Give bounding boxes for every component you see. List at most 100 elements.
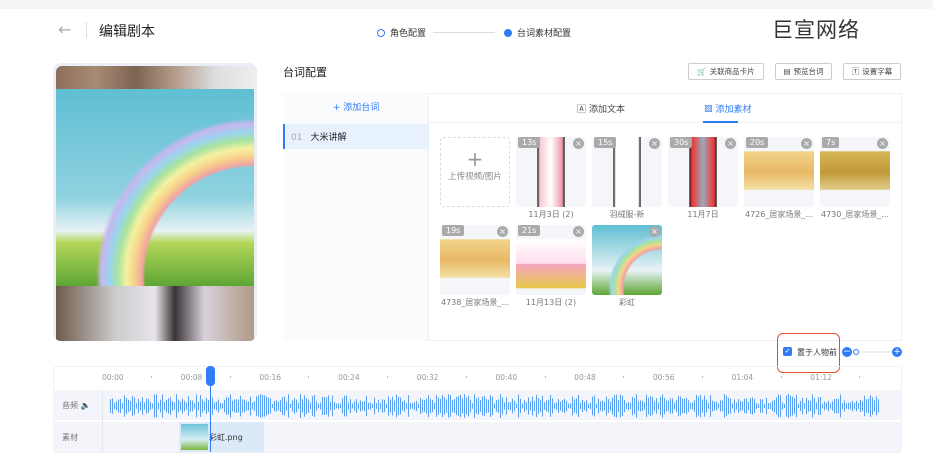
material-tile[interactable]: 30s × (668, 137, 738, 207)
waveform-bar (736, 402, 737, 410)
waveform-bar (616, 394, 617, 418)
waveform-bar (538, 398, 539, 414)
waveform-bar (118, 399, 119, 413)
material-tile[interactable]: 19s × (440, 225, 510, 295)
waveform-bar (276, 400, 277, 412)
waveform-bar (526, 402, 527, 410)
waveform-bar (290, 403, 291, 409)
waveform-bar (394, 400, 395, 412)
material-tile[interactable]: × (592, 225, 662, 295)
remove-icon[interactable]: × (573, 226, 584, 237)
upload-label: 上传视频/图片 (448, 172, 502, 182)
section-title: 台词配置 (283, 66, 327, 79)
step-role-config[interactable]: 角色配置 (377, 26, 426, 39)
waveform-bar (752, 397, 753, 415)
waveform-bar (776, 397, 777, 415)
waveform-bar (694, 400, 695, 412)
tab-add-material[interactable]: ▧ 添加素材 (704, 102, 752, 116)
zoom-in-button[interactable]: + (892, 347, 902, 357)
waveform-bar (346, 395, 347, 417)
waveform-bar (224, 399, 225, 413)
remove-icon[interactable]: × (801, 138, 812, 149)
waveform-bar (378, 399, 379, 413)
material-tile[interactable]: 13s × (516, 137, 586, 207)
waveform-bar (550, 395, 551, 417)
audio-track-label: 音频 🔈 (62, 400, 91, 411)
remove-icon[interactable]: × (877, 138, 888, 149)
waveform-bar (424, 400, 425, 412)
tick-mark (701, 376, 703, 378)
material-track-label: 素材 (62, 433, 78, 442)
waveform-bar (470, 399, 471, 413)
add-line-button[interactable]: + 添加台词 (283, 100, 429, 113)
waveform-bar (268, 397, 269, 415)
preview-background (56, 66, 254, 89)
waveform-bar (326, 397, 327, 415)
waveform-bar (266, 396, 267, 416)
waveform-bar (444, 397, 445, 415)
link-product-card-button[interactable]: 🛒 关联商品卡片 (688, 63, 764, 80)
waveform-bar (854, 402, 855, 410)
waveform-bar (462, 398, 463, 414)
waveform-bar (602, 400, 603, 412)
waveform-bar (612, 397, 613, 415)
waveform-bar (650, 396, 651, 416)
material-name: 4726_居家场景_... (745, 210, 813, 219)
upload-button[interactable]: + 上传视频/图片 (440, 137, 510, 207)
waveform-bar (586, 400, 587, 412)
waveform-bar (678, 395, 679, 417)
waveform-bar (146, 398, 147, 414)
remove-icon[interactable]: × (497, 226, 508, 237)
waveform-bar (720, 400, 721, 412)
waveform-bar (822, 403, 823, 409)
waveform-bar (856, 400, 857, 412)
plus-icon: + (466, 147, 484, 171)
waveform-bar (490, 395, 491, 417)
waveform-bar (220, 403, 221, 409)
remove-icon[interactable]: × (573, 138, 584, 149)
subtitle-settings-button[interactable]: 🅃 设置字幕 (843, 63, 901, 80)
waveform-bar (510, 401, 511, 411)
material-name: 彩虹 (619, 298, 635, 307)
material-tile[interactable]: 15s × (592, 137, 662, 207)
in-front-checkbox[interactable]: ✓ (783, 347, 792, 356)
waveform-bar (230, 394, 231, 418)
waveform-bar (400, 397, 401, 415)
zoom-out-button[interactable]: − (842, 347, 852, 357)
waveform-bar (252, 402, 253, 410)
back-arrow-icon[interactable]: ← (58, 20, 71, 39)
time-tick-label: 00:24 (338, 373, 360, 382)
material-tile[interactable]: 7s × (820, 137, 890, 207)
line-number: 01 (291, 133, 303, 143)
duration-badge: 19s (442, 225, 465, 236)
waveform-bar (848, 402, 849, 410)
waveform-bar (306, 398, 307, 414)
line-item[interactable]: 01 大米讲解 (283, 124, 429, 149)
waveform-bar (814, 398, 815, 414)
remove-icon[interactable]: × (649, 226, 660, 237)
waveform-bar (464, 394, 465, 418)
preview-lines-button[interactable]: ▤ 预览台词 (775, 63, 832, 80)
waveform-bar (644, 402, 645, 410)
remove-icon[interactable]: × (649, 138, 660, 149)
waveform-bar (664, 397, 665, 415)
waveform-bar (330, 401, 331, 411)
material-tile[interactable]: 20s × (744, 137, 814, 207)
waveform-bar (590, 402, 591, 410)
step-material-config[interactable]: 台词素材配置 (504, 26, 571, 39)
remove-icon[interactable]: × (725, 138, 736, 149)
step-label: 角色配置 (390, 29, 427, 39)
waveform-bar (480, 400, 481, 412)
material-tile[interactable]: 21s × (516, 225, 586, 295)
waveform-bar (332, 395, 333, 417)
tab-add-text[interactable]: 🄰 添加文本 (577, 102, 625, 115)
playhead-handle[interactable] (206, 366, 215, 386)
waveform-bar (488, 399, 489, 413)
speaker-icon[interactable]: 🔈 (81, 401, 91, 410)
waveform-bar (388, 396, 389, 416)
waveform-bar (828, 400, 829, 412)
waveform-bar (200, 395, 201, 417)
waveform-bar (780, 395, 781, 417)
zoom-slider-handle[interactable] (853, 349, 859, 355)
zoom-slider[interactable] (855, 351, 892, 353)
